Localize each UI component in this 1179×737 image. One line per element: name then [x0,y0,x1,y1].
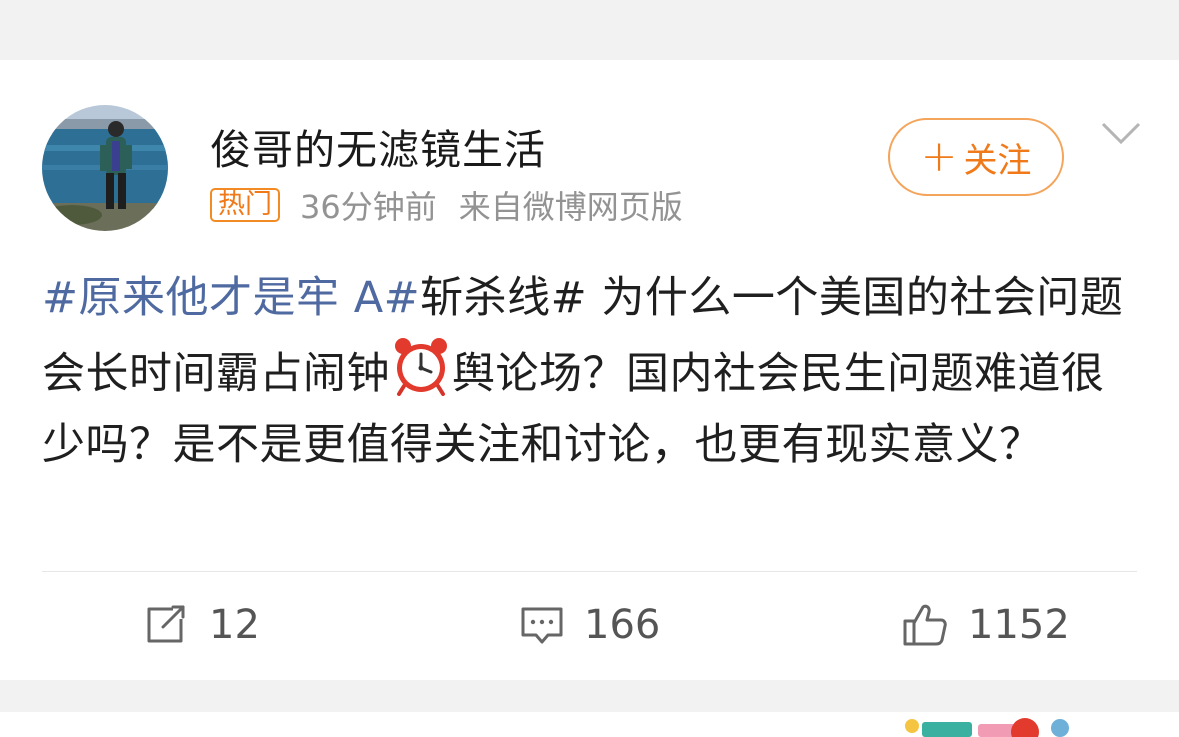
next-post-card [0,712,1179,737]
chevron-down-icon[interactable] [1100,120,1142,148]
post-meta: 热门 36分钟前 来自微博网页版 [210,187,705,226]
plus-icon: + [920,131,958,182]
comment-count: 166 [584,602,661,648]
repost-count: 12 [209,602,260,648]
comment-button[interactable]: 166 [520,597,660,653]
like-count: 1152 [968,602,1070,648]
action-bar: 12 166 1152 [0,597,1179,653]
follow-label: 关注 [963,140,1032,181]
like-button[interactable]: 1152 [902,597,1070,653]
thumbs-up-icon [903,604,947,646]
post-text-segment: 斩杀线# [420,273,588,323]
topic-tag[interactable]: #原来他才是牢 A# [42,273,420,323]
post-time: 36分钟前 [300,188,437,226]
repost-icon [147,605,185,643]
post-card: 俊哥的无滤镜生活 热门 36分钟前 来自微博网页版 + 关注 #原来他才是牢 A… [0,60,1179,680]
repost-button[interactable]: 12 [145,597,260,653]
alarm-clock-emoji [395,338,447,396]
avatar[interactable] [42,105,168,231]
hot-badge: 热门 [210,188,280,222]
divider [42,571,1137,572]
follow-button[interactable]: + 关注 [888,118,1064,196]
username[interactable]: 俊哥的无滤镜生活 [210,116,546,176]
post-source: 来自微博网页版 [458,188,683,226]
sticker-image [905,718,1069,737]
post-body: #原来他才是牢 A#斩杀线# 为什么一个美国的社会问题会长时间霸占闹钟 舆论场？… [42,263,1142,481]
comment-icon [521,607,563,644]
